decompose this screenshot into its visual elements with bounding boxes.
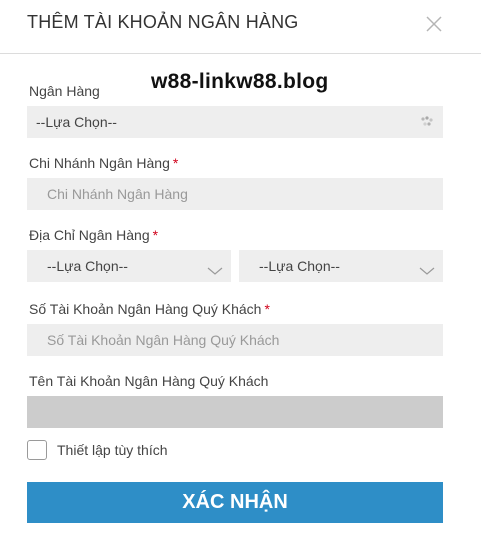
bank-label: Ngân Hàng bbox=[29, 83, 100, 99]
account-number-placeholder: Số Tài Khoản Ngân Hàng Quý Khách bbox=[47, 332, 280, 348]
branch-label-text: Chi Nhánh Ngân Hàng bbox=[29, 155, 170, 171]
loading-dots-icon bbox=[420, 115, 434, 133]
address-select-1-value: --Lựa Chọn-- bbox=[47, 258, 128, 274]
custom-setting-label: Thiết lập tùy thích bbox=[57, 442, 168, 458]
dialog-title: THÊM TÀI KHOẢN NGÂN HÀNG bbox=[27, 12, 299, 32]
watermark-text: w88-linkw88.blog bbox=[151, 70, 329, 93]
account-number-label: Số Tài Khoản Ngân Hàng Quý Khách * bbox=[29, 301, 270, 317]
close-icon[interactable] bbox=[424, 14, 444, 34]
account-number-input[interactable]: Số Tài Khoản Ngân Hàng Quý Khách bbox=[27, 324, 443, 356]
custom-setting-checkbox[interactable] bbox=[27, 440, 47, 460]
chevron-down-icon bbox=[207, 262, 223, 280]
dialog-header: THÊM TÀI KHOẢN NGÂN HÀNG bbox=[0, 0, 481, 54]
address-label: Địa Chỉ Ngân Hàng * bbox=[29, 227, 158, 243]
chevron-down-icon bbox=[419, 262, 435, 280]
address-select-2-value: --Lựa Chọn-- bbox=[259, 258, 340, 274]
bank-label-text: Ngân Hàng bbox=[29, 83, 100, 99]
branch-label: Chi Nhánh Ngân Hàng * bbox=[29, 155, 178, 171]
bank-select[interactable]: --Lựa Chọn-- bbox=[27, 106, 443, 138]
address-select-1[interactable]: --Lựa Chọn-- bbox=[27, 250, 231, 282]
address-select-2[interactable]: --Lựa Chọn-- bbox=[239, 250, 443, 282]
account-name-input bbox=[27, 396, 443, 428]
account-number-label-text: Số Tài Khoản Ngân Hàng Quý Khách bbox=[29, 301, 262, 317]
branch-input-placeholder: Chi Nhánh Ngân Hàng bbox=[47, 186, 188, 202]
bank-select-value: --Lựa Chọn-- bbox=[36, 114, 117, 130]
submit-button[interactable]: XÁC NHẬN bbox=[27, 482, 443, 523]
account-name-label-text: Tên Tài Khoản Ngân Hàng Quý Khách bbox=[29, 373, 269, 389]
account-name-label: Tên Tài Khoản Ngân Hàng Quý Khách bbox=[29, 373, 268, 389]
address-label-text: Địa Chỉ Ngân Hàng bbox=[29, 227, 150, 243]
branch-input[interactable]: Chi Nhánh Ngân Hàng bbox=[27, 178, 443, 210]
required-mark: * bbox=[172, 155, 179, 171]
required-mark: * bbox=[264, 301, 270, 317]
required-mark: * bbox=[152, 227, 159, 243]
